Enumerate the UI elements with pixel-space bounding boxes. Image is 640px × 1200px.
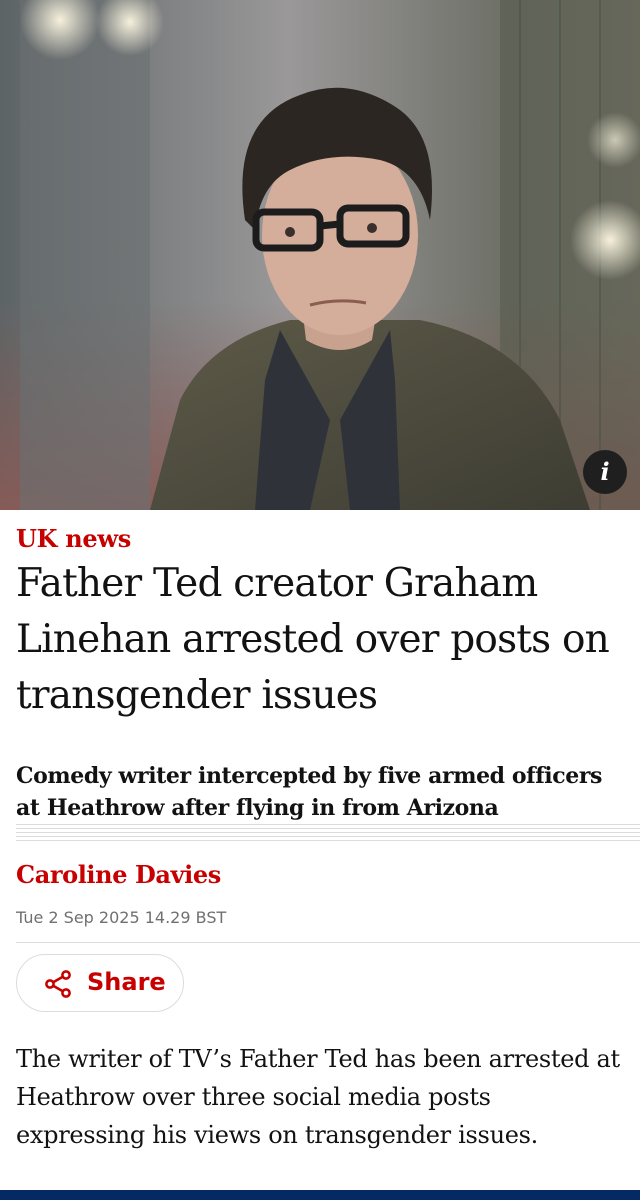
publish-date: Tue 2 Sep 2025 14.29 BST: [16, 908, 227, 927]
divider: [16, 942, 640, 943]
image-info-button[interactable]: i: [583, 450, 627, 494]
bottom-nav-bar: [0, 1190, 640, 1200]
divider-lines: [16, 824, 640, 842]
share-button[interactable]: Share: [16, 954, 184, 1012]
headline: Father Ted creator Graham Linehan arrest…: [16, 561, 610, 718]
info-icon: i: [600, 457, 610, 486]
article-body-paragraph: The writer of TV’s Father Ted has been a…: [16, 1045, 620, 1149]
hero-image: [0, 0, 640, 510]
share-label: Share: [87, 968, 166, 996]
author-byline[interactable]: Caroline Davies: [16, 860, 221, 889]
standfirst: Comedy writer intercepted by five armed …: [16, 763, 603, 821]
share-icon: [45, 970, 71, 998]
portrait-photo: [0, 0, 640, 510]
section-kicker[interactable]: UK news: [16, 524, 131, 553]
